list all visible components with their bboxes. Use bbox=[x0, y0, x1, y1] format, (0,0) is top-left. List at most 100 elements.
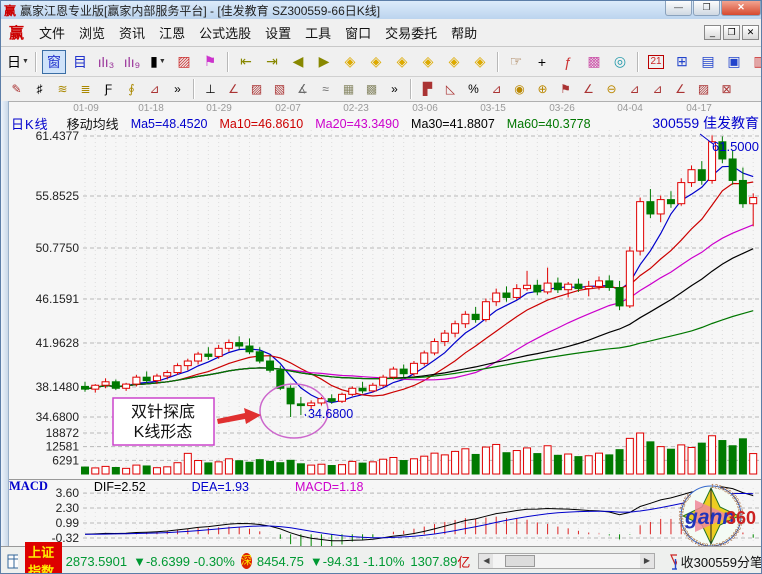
notebook-icon[interactable]: ▤ bbox=[696, 50, 720, 74]
maximize-button[interactable]: ❐ bbox=[693, 1, 720, 16]
color-flag-icon[interactable]: ⚑ bbox=[198, 50, 222, 74]
candle-style-icon[interactable]: ▮▼ bbox=[146, 50, 170, 74]
mdi-close-button[interactable]: ✕ bbox=[742, 25, 759, 40]
minute3-chart-icon[interactable]: ılı₃ bbox=[94, 50, 118, 74]
close-button[interactable]: ✕ bbox=[721, 1, 761, 16]
zigzag-icon[interactable]: ≈ bbox=[315, 79, 336, 99]
title-bar[interactable]: 赢 赢家江恩专业版[赢家内部服务平台] - [佳发教育 SZ300559-66日… bbox=[1, 1, 762, 19]
gold-band-icon[interactable]: ⊖ bbox=[601, 79, 622, 99]
angle-c-icon[interactable]: ⊿ bbox=[647, 79, 668, 99]
next-page-icon[interactable]: ▶ bbox=[312, 50, 336, 74]
menu-item-0[interactable]: 文件 bbox=[32, 23, 72, 44]
mdi-restore-button[interactable]: ❐ bbox=[723, 25, 740, 40]
box-x-icon[interactable]: ⊠ bbox=[716, 79, 737, 99]
scroll-right-icon[interactable]: ▶ bbox=[640, 554, 654, 568]
scroll-track[interactable] bbox=[493, 554, 640, 568]
menu-item-6[interactable]: 工具 bbox=[298, 23, 338, 44]
stock-sieve-icon[interactable]: ▨ bbox=[172, 50, 196, 74]
f10-info-icon[interactable]: 目 bbox=[68, 50, 92, 74]
gold-circle-icon[interactable]: ◉ bbox=[509, 79, 530, 99]
export-icon[interactable]: ▥ bbox=[748, 50, 762, 74]
status-bar: 上证指数 2873.5901 ▼-8.6399 -0.30% 深 8454.75… bbox=[1, 546, 762, 574]
chart-hscrollbar[interactable]: ◀ ▶ bbox=[478, 553, 655, 569]
date-tick-label: 04-04 bbox=[617, 103, 643, 114]
gann-level-icon[interactable]: ≣ bbox=[75, 79, 96, 99]
gann-diamond-6-icon[interactable]: ◈ bbox=[468, 50, 492, 74]
quote-grid-icon[interactable] bbox=[7, 554, 18, 569]
sh-index-badge[interactable]: 上证指数 bbox=[25, 542, 61, 574]
minute9-chart-icon[interactable]: ılı₉ bbox=[120, 50, 144, 74]
tick-stream-label[interactable]: 收300559分笔 bbox=[681, 552, 762, 571]
curve-measure-icon[interactable]: ƒ bbox=[556, 50, 580, 74]
cycle-tool-icon[interactable]: ∮ bbox=[121, 79, 142, 99]
crosshair-icon[interactable]: + bbox=[530, 50, 554, 74]
menu-item-4[interactable]: 公式选股 bbox=[192, 23, 258, 44]
prev-page-icon[interactable]: ◀ bbox=[286, 50, 310, 74]
hatch-box-icon[interactable]: ▧ bbox=[269, 79, 290, 99]
toolbar-drawing: ✎♯≋≣Ƒ∮⊿»⊥∠▨▧∡≈▦▩»▛◺%⊿◉⊕⚑∠⊖⊿⊿∠▨⊠ bbox=[1, 77, 762, 101]
menu-item-9[interactable]: 帮助 bbox=[444, 23, 484, 44]
menu-item-7[interactable]: 窗口 bbox=[338, 23, 378, 44]
angle-d-icon[interactable]: ∠ bbox=[670, 79, 691, 99]
svg-text:K线形态: K线形态 bbox=[134, 423, 193, 441]
last-page-icon[interactable]: ⇥ bbox=[260, 50, 284, 74]
mdi-minimize-button[interactable]: _ bbox=[704, 25, 721, 40]
pencil-tool-icon[interactable]: ✎ bbox=[6, 79, 27, 99]
angle-line-icon[interactable]: ∡ bbox=[292, 79, 313, 99]
menu-item-5[interactable]: 设置 bbox=[258, 23, 298, 44]
gann-diamond-5-icon[interactable]: ◈ bbox=[442, 50, 466, 74]
overlay-chart-icon[interactable]: 窗 bbox=[42, 50, 66, 74]
fibonacci-icon[interactable]: Ƒ bbox=[98, 79, 119, 99]
sz-index-value: 8454.75 bbox=[257, 554, 304, 569]
svg-text:双针探底: 双针探底 bbox=[131, 403, 195, 421]
window-title: 赢家江恩专业版[赢家内部服务平台] - [佳发教育 SZ300559-66日K线… bbox=[20, 2, 380, 19]
mask-tool-icon[interactable]: ◎ bbox=[608, 50, 632, 74]
scroll-left-icon[interactable]: ◀ bbox=[479, 554, 493, 568]
calendar-icon[interactable]: 21 bbox=[644, 50, 668, 74]
shade-box-icon[interactable]: ▨ bbox=[246, 79, 267, 99]
minimize-button[interactable]: — bbox=[665, 1, 692, 16]
percent-tool-icon[interactable]: % bbox=[463, 79, 484, 99]
grid-box-icon[interactable]: ▦ bbox=[338, 79, 359, 99]
fan-lines-icon[interactable]: ∠ bbox=[223, 79, 244, 99]
kline-canvas[interactable]: 61.437755.852550.775046.159141.962838.14… bbox=[1, 114, 762, 479]
gold-section-icon[interactable]: ⊕ bbox=[532, 79, 553, 99]
menu-item-1[interactable]: 浏览 bbox=[72, 23, 112, 44]
block-tool-icon[interactable]: ▛ bbox=[417, 79, 438, 99]
gann-diamond-1-icon[interactable]: ◈ bbox=[338, 50, 362, 74]
calculator-icon[interactable]: ⊞ bbox=[670, 50, 694, 74]
gann-wave-icon[interactable]: ≋ bbox=[52, 79, 73, 99]
hatch-tool-icon[interactable]: ▨ bbox=[693, 79, 714, 99]
gift-tool-icon[interactable]: ▩ bbox=[582, 50, 606, 74]
save-icon[interactable]: ▣ bbox=[722, 50, 746, 74]
first-page-icon[interactable]: ⇤ bbox=[234, 50, 258, 74]
gann-diamond-3-icon[interactable]: ◈ bbox=[390, 50, 414, 74]
date-tick-label: 02-23 bbox=[343, 103, 369, 114]
grid-dense-icon[interactable]: ▩ bbox=[361, 79, 382, 99]
grid-tool-icon[interactable]: ♯ bbox=[29, 79, 50, 99]
angle-b-icon[interactable]: ⊿ bbox=[624, 79, 645, 99]
scroll-thumb[interactable] bbox=[505, 555, 535, 567]
angle-a-icon[interactable]: ∠ bbox=[578, 79, 599, 99]
percent-line-icon[interactable]: ⊿ bbox=[486, 79, 507, 99]
svg-text:46.1591: 46.1591 bbox=[36, 292, 80, 306]
marker-tool-icon[interactable]: ⊿ bbox=[144, 79, 165, 99]
macd-pane[interactable]: 3.602.300.99-0.32 MACD DIF=2.52DEA=1.93M… bbox=[1, 479, 762, 546]
axis-tool-icon[interactable]: ⊥ bbox=[200, 79, 221, 99]
macd-canvas[interactable]: 3.602.300.99-0.32 bbox=[1, 480, 762, 546]
more-tools-2-icon[interactable]: » bbox=[384, 79, 405, 99]
kline-chart[interactable]: 61.437755.852550.775046.159141.962838.14… bbox=[1, 114, 762, 479]
gann-diamond-4-icon[interactable]: ◈ bbox=[416, 50, 440, 74]
more-tools-1-icon[interactable]: » bbox=[167, 79, 188, 99]
hand-tool-icon[interactable]: ☞ bbox=[504, 50, 528, 74]
menu-item-2[interactable]: 资讯 bbox=[112, 23, 152, 44]
sz-index-badge[interactable]: 深 bbox=[241, 553, 252, 569]
menu-item-8[interactable]: 交易委托 bbox=[378, 23, 444, 44]
toolbar-separator bbox=[410, 79, 412, 99]
sh-index-value: 2873.5901 bbox=[66, 554, 127, 569]
flag-line-icon[interactable]: ⚑ bbox=[555, 79, 576, 99]
menu-item-3[interactable]: 江恩 bbox=[152, 23, 192, 44]
gann-diamond-2-icon[interactable]: ◈ bbox=[364, 50, 388, 74]
kline-period-icon[interactable]: 日▼ bbox=[6, 50, 30, 74]
wedge-tool-icon[interactable]: ◺ bbox=[440, 79, 461, 99]
